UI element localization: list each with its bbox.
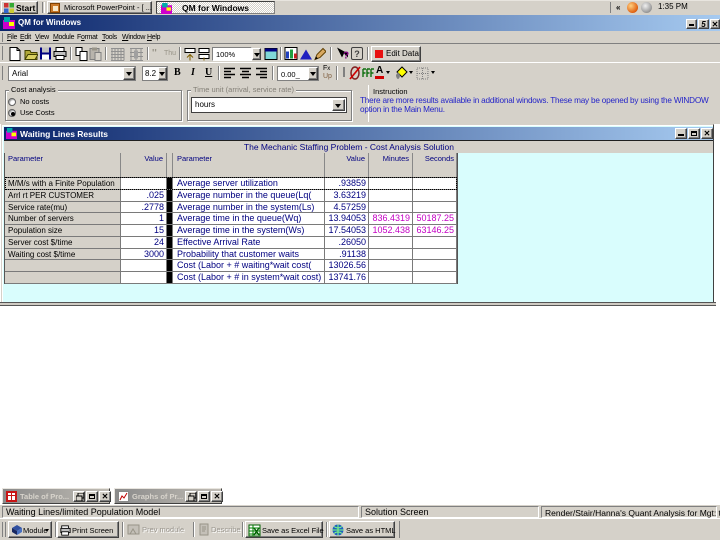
svg-text:?: ?	[343, 51, 349, 62]
